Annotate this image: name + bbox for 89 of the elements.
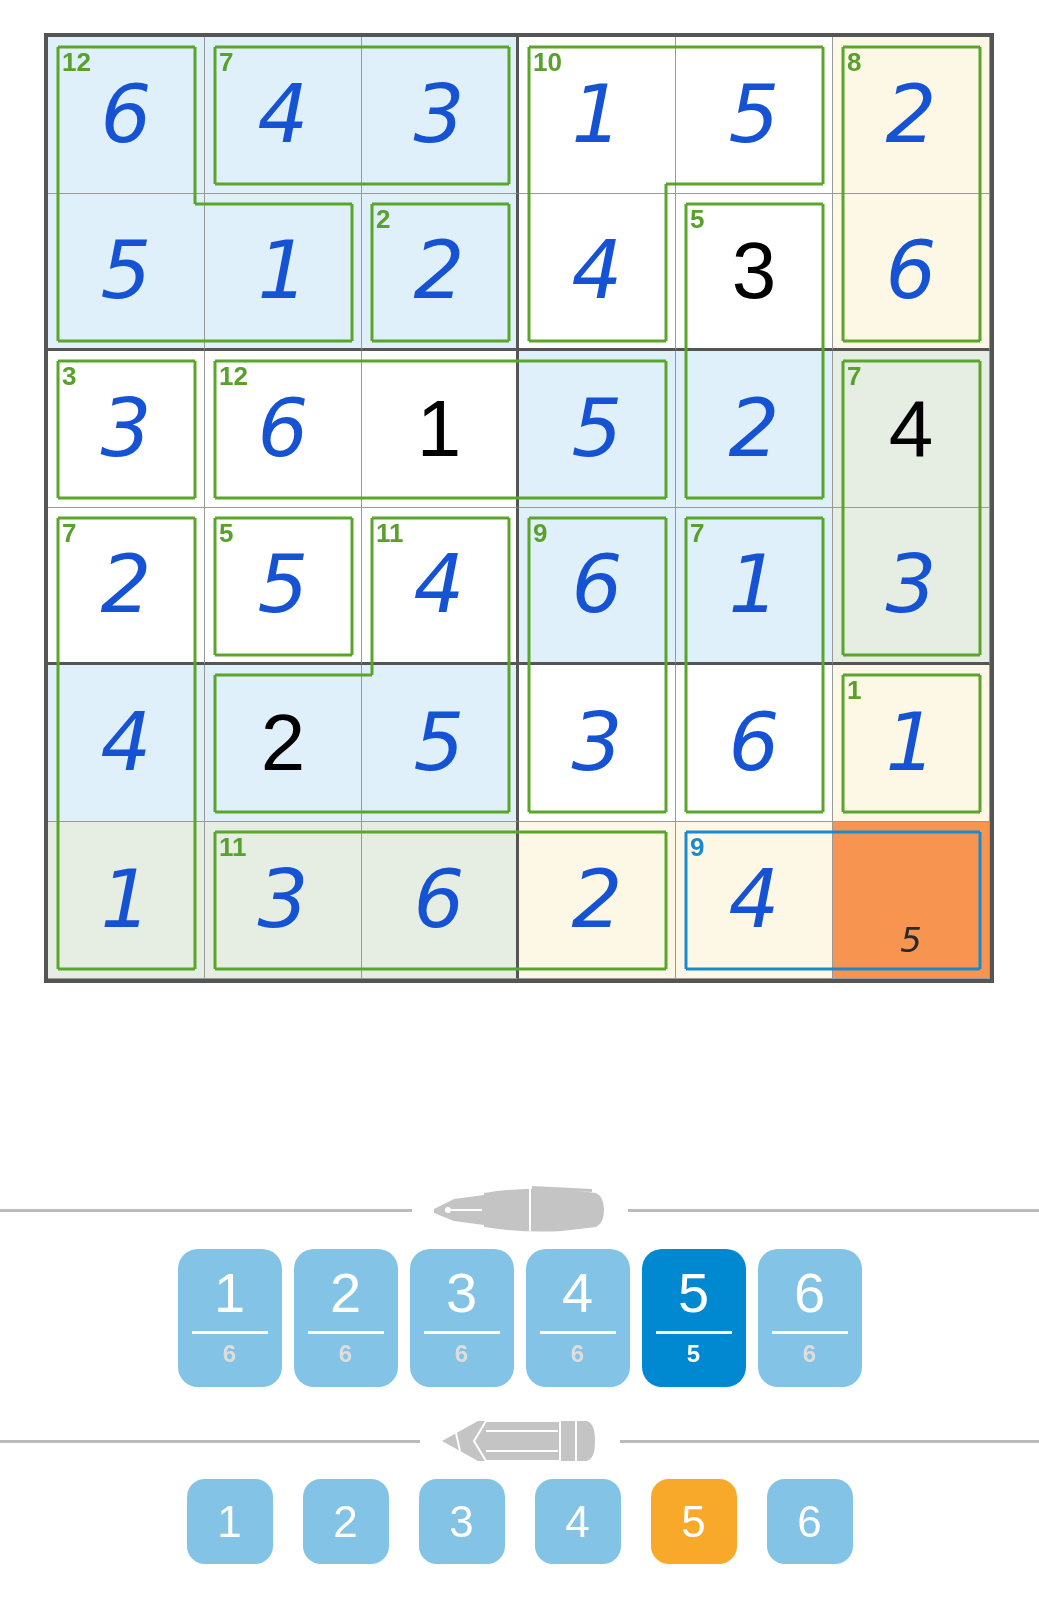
entered-digit: 3	[413, 75, 465, 155]
entered-digit: 2	[100, 545, 152, 625]
given-digit: 4	[888, 389, 934, 469]
cage-sum: 11	[376, 520, 404, 546]
given-digit: 2	[260, 703, 306, 783]
given-digit: 1	[416, 389, 462, 469]
grid-cell[interactable]: 5	[676, 37, 833, 194]
entered-digit: 6	[257, 389, 309, 469]
grid-cell[interactable]: 7 1	[676, 508, 833, 665]
pen-digit-key[interactable]: 5 5	[641, 1249, 746, 1387]
entered-digit: 6	[413, 860, 465, 940]
cage-sum: 5	[690, 206, 705, 232]
cage-sum: 1	[847, 677, 862, 703]
cage-sum: 9	[690, 834, 705, 860]
entered-digit: 5	[413, 703, 465, 783]
entered-digit: 1	[257, 231, 309, 311]
grid-cell[interactable]: 5	[362, 665, 519, 822]
entered-digit: 2	[413, 231, 465, 311]
cage-sum: 7	[847, 363, 862, 389]
grid-cell[interactable]: 5	[519, 351, 676, 508]
grid-cell[interactable]: 1	[362, 351, 519, 508]
grid-cell[interactable]: 5	[833, 822, 990, 979]
entered-digit: 4	[257, 75, 309, 155]
grid-cell[interactable]: 4	[519, 194, 676, 351]
given-digit: 3	[731, 231, 777, 311]
entered-digit: 5	[728, 75, 780, 155]
grid-cell[interactable]: 5	[48, 194, 205, 351]
cage-sum: 12	[62, 49, 91, 75]
cage-sum: 11	[219, 834, 247, 860]
cage-sum: 12	[219, 363, 248, 389]
entered-digit: 4	[100, 703, 152, 783]
grid-cell[interactable]: 1	[205, 194, 362, 351]
entered-digit: 4	[413, 545, 465, 625]
cage-sum: 7	[690, 520, 705, 546]
entered-digit: 2	[885, 75, 937, 155]
cage-sum: 10	[533, 49, 562, 75]
entered-digit: 6	[885, 231, 937, 311]
grid-cell[interactable]: 7 4	[205, 37, 362, 194]
grid-cell[interactable]: 12 6	[48, 37, 205, 194]
entered-digit: 3	[257, 860, 309, 940]
grid-cell[interactable]: 2	[519, 822, 676, 979]
entered-digit: 1	[100, 860, 152, 940]
entered-digit: 4	[728, 860, 780, 940]
entered-digit: 4	[571, 231, 623, 311]
grid-cell[interactable]: 12 6	[205, 351, 362, 508]
entered-digit: 3	[571, 703, 623, 783]
grid-cell[interactable]: 1	[48, 822, 205, 979]
entered-digit: 1	[571, 75, 623, 155]
grid-cell[interactable]: 8 2	[833, 37, 990, 194]
grid-cell[interactable]: 2	[205, 665, 362, 822]
grid-cell[interactable]: 6	[362, 822, 519, 979]
entered-digit: 3	[885, 545, 937, 625]
entered-digit: 6	[571, 545, 623, 625]
entered-digit: 2	[728, 389, 780, 469]
grid-cell[interactable]: 5 3	[676, 194, 833, 351]
grid-cell[interactable]: 3	[833, 508, 990, 665]
grid-cell[interactable]: 9 4	[676, 822, 833, 979]
grid-cell[interactable]: 2 2	[362, 194, 519, 351]
grid-cell[interactable]: 9 6	[519, 508, 676, 665]
entered-digit: 2	[571, 860, 623, 940]
entered-digit: 6	[100, 75, 152, 155]
grid-cell[interactable]: 4	[48, 665, 205, 822]
cage-sum: 9	[533, 520, 548, 546]
entered-digit: 5	[100, 231, 152, 311]
cage-sum: 2	[376, 206, 391, 232]
cage-sum: 5	[219, 520, 234, 546]
entered-digit: 6	[728, 703, 780, 783]
cage-sum: 3	[62, 363, 77, 389]
grid-cell[interactable]: 10 1	[519, 37, 676, 194]
grid-cell[interactable]: 11 3	[205, 822, 362, 979]
entered-digit: 5	[571, 389, 623, 469]
grid-cell[interactable]: 7 2	[48, 508, 205, 665]
grid-cell[interactable]: 5 5	[205, 508, 362, 665]
cage-sum: 8	[847, 49, 862, 75]
grid-cell[interactable]: 1 1	[833, 665, 990, 822]
entered-digit: 1	[728, 545, 780, 625]
pencil-mark: 5	[899, 920, 923, 960]
grid-cell[interactable]: 3	[362, 37, 519, 194]
grid-cell[interactable]: 7 4	[833, 351, 990, 508]
entered-digit: 5	[257, 545, 309, 625]
grid-cell[interactable]: 3 3	[48, 351, 205, 508]
grid-cell[interactable]: 3	[519, 665, 676, 822]
grid-cell[interactable]: 6	[833, 194, 990, 351]
entered-digit: 3	[100, 389, 152, 469]
grid-cell[interactable]: 2	[676, 351, 833, 508]
entered-digit: 1	[885, 703, 937, 783]
cage-sum: 7	[219, 49, 234, 75]
cage-sum: 7	[62, 520, 77, 546]
grid-cell[interactable]: 6	[676, 665, 833, 822]
